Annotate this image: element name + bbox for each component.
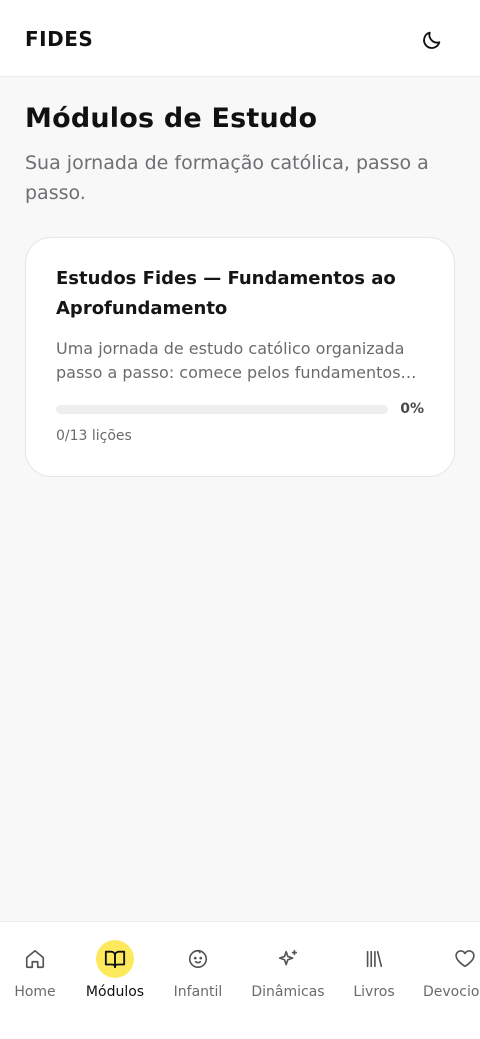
nav-item-modulos[interactable]: Módulos: [70, 940, 160, 1010]
brand-logo[interactable]: FIDES: [25, 27, 93, 51]
nav-item-home[interactable]: Home: [0, 940, 80, 1010]
nav-item-dinamicas[interactable]: Dinâmicas: [243, 940, 333, 1010]
home-icon: [16, 940, 54, 978]
theme-toggle-button[interactable]: [416, 24, 448, 56]
module-title: Estudos Fides — Fundamentos ao Aprofunda…: [56, 268, 396, 319]
sparkles-icon: [269, 940, 307, 978]
page-subtitle: Sua jornada de formação católica, passo …: [25, 152, 429, 204]
nav-label-devocionais: Devocio: [423, 984, 480, 1000]
nav-label-dinamicas: Dinâmicas: [251, 984, 325, 1000]
nav-label-infantil: Infantil: [173, 984, 223, 1000]
module-card[interactable]: Estudos Fides — Fundamentos ao Aprofunda…: [25, 237, 455, 477]
moon-icon: [423, 31, 441, 49]
open-book-icon: [96, 940, 134, 978]
nav-item-infantil[interactable]: Infantil: [153, 940, 243, 1010]
top-bar: FIDES: [0, 0, 480, 77]
module-description: Uma jornada de estudo católico organizad…: [56, 339, 405, 382]
bottom-navigation: Home Módulos Infantil Dinâmicas Livros D…: [0, 921, 480, 1039]
nav-label-home: Home: [14, 984, 56, 1000]
baby-face-icon: [179, 940, 217, 978]
nav-item-livros[interactable]: Livros: [329, 940, 419, 1010]
page-title: Módulos de Estudo: [25, 103, 318, 134]
nav-item-devocionais[interactable]: Devocio: [420, 940, 480, 1010]
nav-label-modulos: Módulos: [85, 984, 145, 1000]
heart-icon: [446, 940, 480, 978]
nav-label-livros: Livros: [353, 984, 395, 1000]
module-progress-percent: 0%: [400, 401, 424, 417]
module-lessons-count: 0/13 lições: [56, 428, 132, 444]
library-icon: [355, 940, 393, 978]
module-progress-bar: [56, 405, 388, 414]
